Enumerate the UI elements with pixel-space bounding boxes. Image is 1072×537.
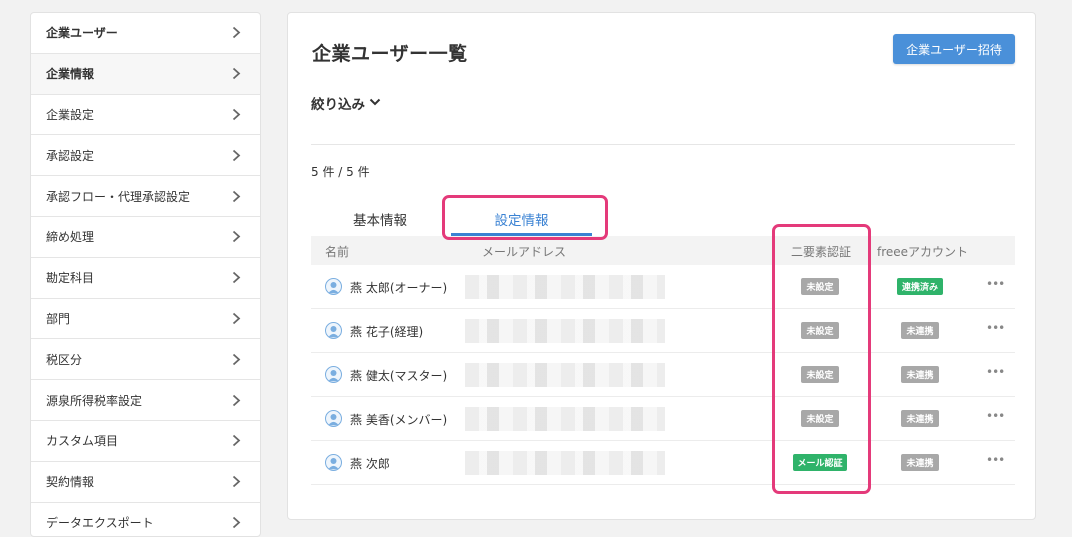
more-actions-icon[interactable]: ••• <box>986 365 1005 379</box>
invite-user-button[interactable]: 企業ユーザー招待 <box>893 34 1015 64</box>
sidebar-item-label: 企業情報 <box>46 67 95 82</box>
tab-settings-info[interactable]: 設定情報 <box>451 205 592 233</box>
user-name: 燕 美香(メンバー) <box>350 413 448 427</box>
freee-status-badge: 未連携 <box>901 366 939 383</box>
email-redacted <box>465 407 665 431</box>
email-redacted <box>465 451 665 475</box>
sidebar-item-label: 部門 <box>46 311 71 326</box>
chevron-right-icon <box>228 188 244 204</box>
sidebar-item-approval-flow[interactable]: 承認フロー・代理承認設定 <box>31 176 260 217</box>
user-name: 燕 花子(経理) <box>350 325 424 339</box>
sidebar-item-label: 源泉所得税率設定 <box>46 393 143 408</box>
table-row[interactable]: 燕 次郎 メール認証 未連携 ••• <box>311 441 1015 485</box>
main-panel: 企業ユーザー一覧 企業ユーザー招待 絞り込み 5 件 / 5 件 基本情報 設定… <box>287 12 1036 520</box>
chevron-right-icon <box>228 433 244 449</box>
email-redacted <box>465 275 665 299</box>
freee-status-badge: 未連携 <box>901 322 939 339</box>
two-factor-badge: 未設定 <box>801 322 839 339</box>
page-title: 企業ユーザー一覧 <box>312 43 468 65</box>
avatar-icon <box>325 454 342 471</box>
sidebar-item-label: データエクスポート <box>46 515 154 530</box>
avatar-icon <box>325 322 342 339</box>
sidebar-item-contract[interactable]: 契約情報 <box>31 462 260 503</box>
table-row[interactable]: 燕 太郎(オーナー) 未設定 連携済み ••• <box>311 265 1015 309</box>
column-header-email: メールアドレス <box>482 245 567 259</box>
column-header-freee-account: freeeアカウント <box>877 245 969 259</box>
sidebar-item-approval-settings[interactable]: 承認設定 <box>31 135 260 177</box>
chevron-right-icon <box>228 351 244 367</box>
avatar-icon <box>325 366 342 383</box>
filter-toggle[interactable]: 絞り込み <box>311 93 381 113</box>
sidebar-item-label: 税区分 <box>46 352 83 367</box>
sidebar-item-label: カスタム項目 <box>46 434 119 449</box>
table-row[interactable]: 燕 美香(メンバー) 未設定 未連携 ••• <box>311 397 1015 441</box>
chevron-right-icon <box>228 229 244 245</box>
two-factor-badge: 未設定 <box>801 410 839 427</box>
two-factor-badge: 未設定 <box>801 278 839 295</box>
sidebar-item-tax[interactable]: 税区分 <box>31 339 260 381</box>
chevron-right-icon <box>228 392 244 408</box>
column-header-name: 名前 <box>325 245 350 259</box>
user-name: 燕 次郎 <box>350 457 390 471</box>
divider <box>311 144 1015 145</box>
chevron-right-icon <box>228 270 244 286</box>
email-redacted <box>465 319 665 343</box>
chevron-right-icon <box>228 474 244 490</box>
freee-status-badge: 未連携 <box>901 454 939 471</box>
chevron-right-icon <box>228 106 244 122</box>
sidebar-item-label: 企業ユーザー <box>46 26 118 41</box>
settings-sidebar: 企業ユーザー 企業情報 企業設定 承認設定 承認フロー・代理承認設定 締め処理 … <box>30 12 261 537</box>
sidebar-item-data-export[interactable]: データエクスポート <box>31 503 260 536</box>
more-actions-icon[interactable]: ••• <box>986 453 1005 467</box>
column-header-two-factor: 二要素認証 <box>791 245 852 259</box>
sidebar-item-label: 締め処理 <box>46 230 95 245</box>
sidebar-item-label: 契約情報 <box>46 475 95 490</box>
sidebar-item-accounts[interactable]: 勘定科目 <box>31 258 260 299</box>
sidebar-item-label: 承認フロー・代理承認設定 <box>46 189 191 204</box>
chevron-right-icon <box>228 147 244 163</box>
chevron-down-icon <box>369 95 381 111</box>
avatar-icon <box>325 410 342 427</box>
avatar-icon <box>325 278 342 295</box>
sidebar-item-departments[interactable]: 部門 <box>31 299 260 340</box>
more-actions-icon[interactable]: ••• <box>986 277 1005 291</box>
email-redacted <box>465 363 665 387</box>
table-row[interactable]: 燕 健太(マスター) 未設定 未連携 ••• <box>311 353 1015 397</box>
sidebar-item-label: 企業設定 <box>46 107 95 122</box>
chevron-right-icon <box>228 66 244 82</box>
sidebar-item-custom-fields[interactable]: カスタム項目 <box>31 421 260 462</box>
sidebar-item-label: 勘定科目 <box>46 271 95 286</box>
sidebar-item-withholding[interactable]: 源泉所得税率設定 <box>31 380 260 421</box>
sidebar-item-company-settings[interactable]: 企業設定 <box>31 95 260 136</box>
table-row[interactable]: 燕 花子(経理) 未設定 未連携 ••• <box>311 309 1015 353</box>
sidebar-item-company-users[interactable]: 企業ユーザー <box>31 13 260 54</box>
table-header: 名前 メールアドレス 二要素認証 freeeアカウント <box>311 236 1015 265</box>
more-actions-icon[interactable]: ••• <box>986 409 1005 423</box>
freee-status-badge: 連携済み <box>897 278 943 295</box>
more-actions-icon[interactable]: ••• <box>986 321 1005 335</box>
user-name: 燕 太郎(オーナー) <box>350 281 448 295</box>
sidebar-item-closing[interactable]: 締め処理 <box>31 217 260 258</box>
user-name: 燕 健太(マスター) <box>350 369 448 383</box>
sidebar-item-company-info[interactable]: 企業情報 <box>31 53 260 95</box>
tab-basic-info[interactable]: 基本情報 <box>328 205 432 233</box>
chevron-right-icon <box>228 514 244 530</box>
chevron-right-icon <box>228 25 244 41</box>
two-factor-badge: 未設定 <box>801 366 839 383</box>
two-factor-badge: メール認証 <box>793 454 847 471</box>
result-count: 5 件 / 5 件 <box>311 165 370 179</box>
filter-label: 絞り込み <box>311 97 365 113</box>
sidebar-item-label: 承認設定 <box>46 148 95 163</box>
freee-status-badge: 未連携 <box>901 410 939 427</box>
chevron-right-icon <box>228 310 244 326</box>
